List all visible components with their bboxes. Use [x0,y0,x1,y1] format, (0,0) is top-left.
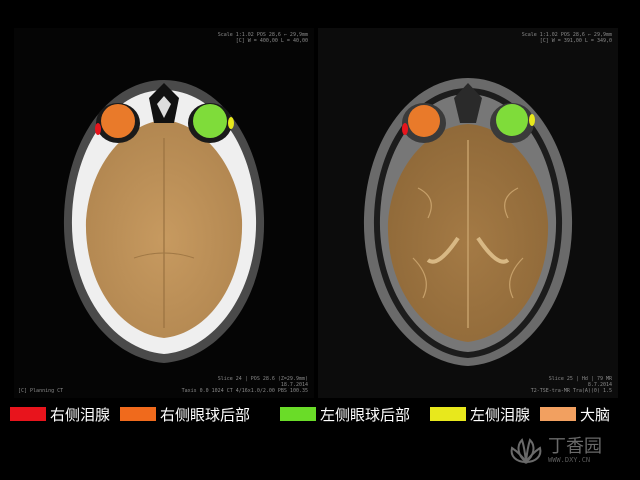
legend-item-left-globe: 左侧眼球后部 [280,403,410,425]
legend-label: 右侧眼球后部 [160,405,251,424]
structure-legend: 右侧泪腺 右侧眼球后部 左侧眼球后部 左侧泪腺 大脑 [10,403,630,425]
legend-swatch [120,407,156,421]
ct-scan-panel: Scale 1:1.02 POS 28,6 ← 29,9mm [C] W = 4… [14,28,314,398]
watermark-title: 丁香园 [548,436,602,457]
mr-right-globe [408,105,440,137]
legend-label: 右侧泪腺 [50,405,111,424]
mr-left-globe [496,104,528,136]
ct-scan-image [63,80,265,363]
ct-left-globe [193,104,227,138]
legend-item-right-globe: 右侧眼球后部 [120,403,250,425]
legend-swatch [540,407,576,421]
dxy-watermark: 丁香园 WWW.DXY.CN [506,430,626,470]
ct-bottom-left-info: [C] Planning CT [18,388,64,394]
ct-top-right-info: Scale 1:1.02 POS 28,6 ← 29,9mm [C] W = 4… [217,32,308,44]
mr-top-right-info: Scale 1:1.02 POS 28,6 ← 29,9mm [C] W = 3… [521,32,612,44]
ct-left-lacrimal [228,117,234,129]
ct-bottom-right-info: Slice 24 | POS 28.6 (Z=29.9mm) 18.7.2014… [181,376,308,394]
mr-bottom-right-info: Slice 25 | Hd | 79 MR 8.7.2014 T2-TSE-tr… [530,376,612,394]
legend-swatch [280,407,316,421]
legend-item-brain: 大脑 [540,403,610,425]
mr-right-lacrimal [402,123,408,135]
legend-item-right-lacrimal: 右侧泪腺 [10,403,110,425]
legend-label: 左侧泪腺 [470,405,531,424]
mr-left-lacrimal [529,114,535,126]
flower-logo-icon [510,438,542,465]
ct-right-lacrimal [95,123,101,135]
mr-scan-image [363,78,573,366]
legend-item-left-lacrimal: 左侧泪腺 [430,403,530,425]
ct-right-globe [101,104,135,138]
legend-label: 左侧眼球后部 [320,405,411,424]
mr-scan-panel: Scale 1:1.02 POS 28,6 ← 29,9mm [C] W = 3… [318,28,618,398]
watermark-url: WWW.DXY.CN [548,456,591,464]
legend-swatch [10,407,46,421]
legend-swatch [430,407,466,421]
legend-label: 大脑 [580,405,611,424]
